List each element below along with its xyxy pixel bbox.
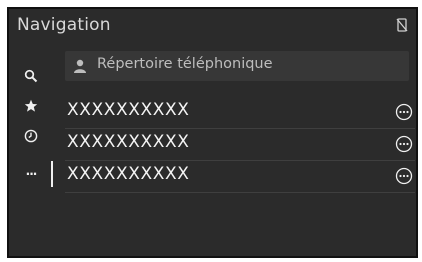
list-item[interactable]: XXXXXXXXXX <box>65 97 415 129</box>
list-item[interactable]: XXXXXXXXXX <box>65 161 415 193</box>
page-title: Navigation <box>17 15 111 35</box>
phonebook-placeholder: Répertoire téléphonique <box>97 56 273 72</box>
search-icon <box>24 69 38 83</box>
history-button[interactable] <box>17 123 45 149</box>
ellipsis-circle-icon[interactable] <box>395 135 413 153</box>
search-button[interactable] <box>17 63 45 89</box>
ellipsis-circle-icon[interactable] <box>395 103 413 121</box>
list-item[interactable]: XXXXXXXXXX <box>65 129 415 161</box>
sidebar: ··· <box>9 53 53 233</box>
person-icon <box>74 59 86 73</box>
contact-list: XXXXXXXXXX XXXXXXXXXX XXXXXXXXXX <box>65 97 415 193</box>
phone-disconnected-icon <box>396 18 408 32</box>
contact-name: XXXXXXXXXX <box>67 100 190 120</box>
clock-icon <box>24 129 38 143</box>
favorites-button[interactable] <box>17 93 45 119</box>
ellipsis-circle-icon[interactable] <box>395 167 413 185</box>
more-options-button[interactable]: ··· <box>17 161 53 187</box>
contact-name: XXXXXXXXXX <box>67 132 190 152</box>
contact-name: XXXXXXXXXX <box>67 164 190 184</box>
star-icon <box>24 99 38 112</box>
more-icon: ··· <box>25 167 38 181</box>
navigation-screen: Navigation ··· Répertoire téléphonique X… <box>7 7 418 258</box>
phonebook-search-field[interactable]: Répertoire téléphonique <box>65 51 409 81</box>
